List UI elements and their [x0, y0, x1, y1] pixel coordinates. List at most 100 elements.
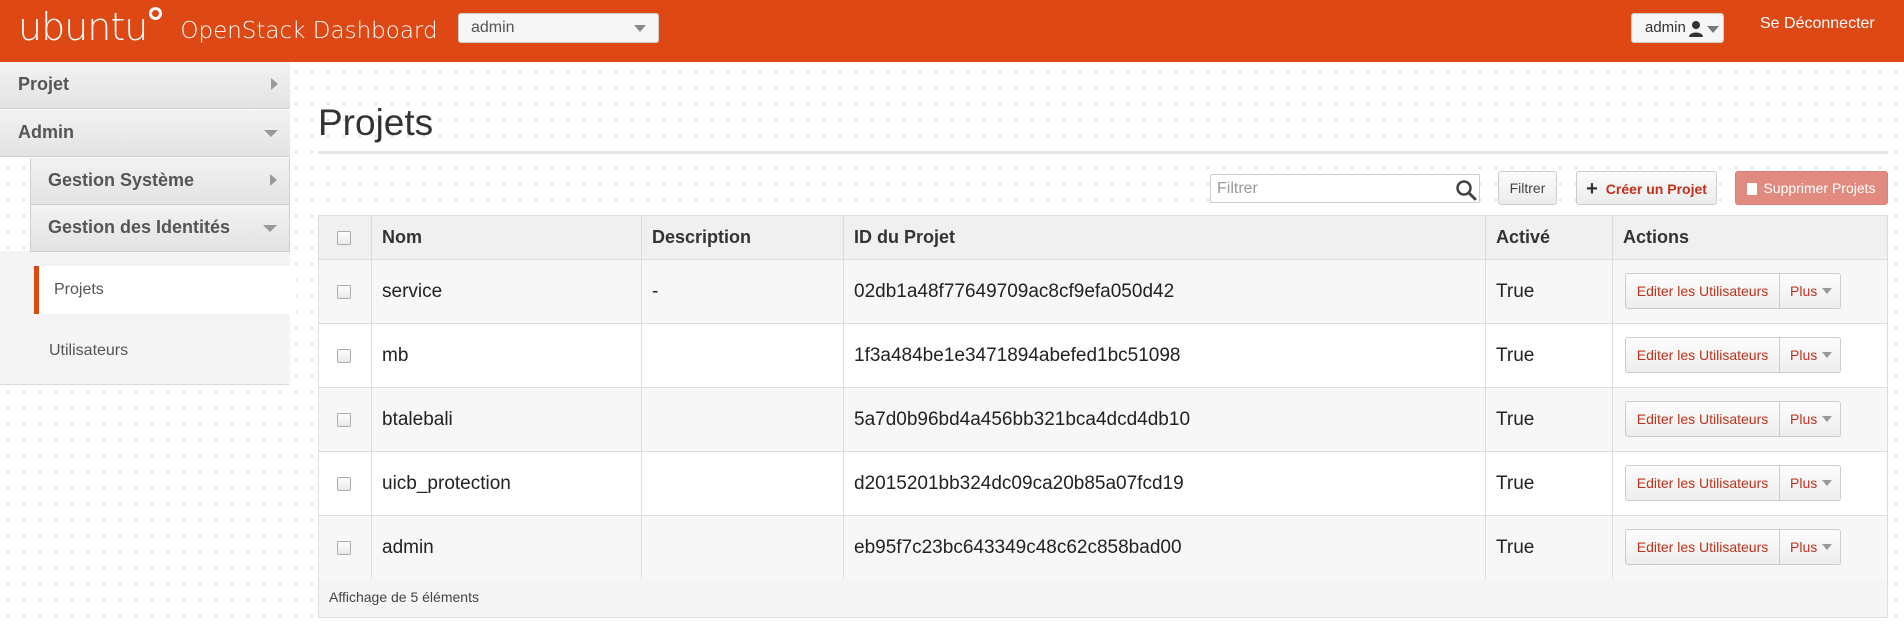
- user-menu[interactable]: admin: [1631, 13, 1724, 43]
- more-actions-button[interactable]: Plus: [1780, 402, 1840, 436]
- project-id: 1f3a484be1e3471894abefed1bc51098: [854, 345, 1181, 366]
- row-checkbox[interactable]: [337, 541, 351, 555]
- chevron-down-icon: [1822, 544, 1832, 550]
- edit-users-button[interactable]: Editer les Utilisateurs: [1626, 530, 1780, 564]
- table-header: Nom Description ID du Projet Activé Acti…: [319, 216, 1887, 260]
- filter-input[interactable]: [1210, 174, 1480, 203]
- more-actions-label: Plus: [1790, 283, 1818, 299]
- user-menu-label: admin: [1645, 19, 1686, 36]
- more-actions-label: Plus: [1790, 411, 1818, 427]
- project-id: 5a7d0b96bd4a456bb321bca4dcd4db10: [854, 409, 1191, 430]
- column-divider: [1612, 216, 1613, 579]
- row-checkbox[interactable]: [337, 285, 351, 299]
- more-actions-button[interactable]: Plus: [1780, 530, 1840, 564]
- chevron-down-icon: [1822, 288, 1832, 294]
- projects-table: Nom Description ID du Projet Activé Acti…: [318, 215, 1888, 618]
- row-actions: Editer les Utilisateurs Plus: [1625, 529, 1841, 565]
- table-footer: Affichage de 5 éléments: [319, 579, 1887, 617]
- project-id: eb95f7c23bc643349c48c62c858bad00: [854, 537, 1182, 558]
- chevron-down-icon: [1822, 352, 1832, 358]
- select-all-checkbox[interactable]: [337, 231, 351, 245]
- column-header-name[interactable]: Nom: [382, 227, 422, 248]
- project-id: d2015201bb324dc09ca20b85a07fcd19: [854, 473, 1184, 494]
- divider: [318, 151, 1888, 154]
- more-actions-button[interactable]: Plus: [1780, 338, 1840, 372]
- sidebar-item-gestion-identites[interactable]: Gestion des Identités: [30, 205, 290, 252]
- more-actions-label: Plus: [1790, 475, 1818, 491]
- column-divider: [641, 216, 642, 579]
- chevron-down-icon: [1707, 26, 1719, 33]
- project-id: 02db1a48f77649709ac8cf9efa050d42: [854, 281, 1175, 302]
- table-row: btalebali 5a7d0b96bd4a456bb321bca4dcd4db…: [319, 388, 1887, 452]
- project-enabled: True: [1496, 345, 1535, 366]
- project-enabled: True: [1496, 473, 1535, 494]
- sidebar-item-projets[interactable]: Projets: [34, 266, 296, 314]
- signout-link[interactable]: Se Déconnecter: [1760, 15, 1875, 33]
- sidebar-item-label: Admin: [18, 122, 74, 142]
- ubuntu-logo: ubuntu: [18, 5, 148, 49]
- table-row: admin eb95f7c23bc643349c48c62c858bad00 T…: [319, 516, 1887, 580]
- sidebar-item-label: Projet: [18, 74, 70, 94]
- project-name: admin: [382, 537, 434, 558]
- row-checkbox[interactable]: [337, 349, 351, 363]
- column-header-project-id[interactable]: ID du Projet: [854, 227, 955, 248]
- table-row: uicb_protection d2015201bb324dc09ca20b85…: [319, 452, 1887, 516]
- column-header-enabled[interactable]: Activé: [1496, 227, 1550, 248]
- ubuntu-logo-icon: [149, 6, 163, 20]
- chevron-right-icon: [270, 174, 277, 186]
- page-title: Projets: [318, 102, 434, 143]
- sidebar-item-label: Gestion Système: [48, 170, 195, 190]
- project-name: btalebali: [382, 409, 453, 430]
- brand[interactable]: ubuntu OpenStack Dashboard: [18, 5, 438, 56]
- project-enabled: True: [1496, 537, 1535, 558]
- top-navbar: ubuntu OpenStack Dashboard admin admin S…: [0, 0, 1904, 62]
- sidebar-item-admin[interactable]: Admin: [0, 110, 290, 157]
- project-name: mb: [382, 345, 409, 366]
- project-description: -: [652, 281, 659, 302]
- more-actions-label: Plus: [1790, 347, 1818, 363]
- project-selector[interactable]: admin: [458, 13, 659, 43]
- row-actions: Editer les Utilisateurs Plus: [1625, 401, 1841, 437]
- create-project-label: Créer un Projet: [1605, 181, 1707, 197]
- sidebar-item-gestion-systeme[interactable]: Gestion Système: [30, 158, 290, 205]
- delete-projects-label: Supprimer Projets: [1763, 180, 1876, 196]
- more-actions-label: Plus: [1790, 539, 1818, 555]
- sidebar-item-utilisateurs[interactable]: Utilisateurs: [49, 342, 128, 360]
- plus-icon: +: [1586, 178, 1598, 200]
- edit-users-button[interactable]: Editer les Utilisateurs: [1626, 338, 1780, 372]
- column-divider: [1485, 216, 1486, 579]
- search-icon[interactable]: [1455, 179, 1477, 201]
- chevron-down-icon: [1822, 416, 1832, 422]
- project-name: uicb_protection: [382, 473, 511, 494]
- create-project-button[interactable]: + Créer un Projet: [1576, 171, 1717, 205]
- row-checkbox[interactable]: [337, 477, 351, 491]
- chevron-down-icon: [263, 225, 277, 232]
- row-checkbox[interactable]: [337, 413, 351, 427]
- chevron-down-icon: [264, 130, 278, 137]
- chevron-right-icon: [271, 78, 278, 90]
- row-actions: Editer les Utilisateurs Plus: [1625, 465, 1841, 501]
- user-icon: [1689, 21, 1703, 37]
- sidebar-item-projet[interactable]: Projet: [0, 62, 290, 109]
- project-name: service: [382, 281, 443, 302]
- row-actions: Editer les Utilisateurs Plus: [1625, 273, 1841, 309]
- column-divider: [371, 216, 372, 579]
- edit-users-button[interactable]: Editer les Utilisateurs: [1626, 274, 1780, 308]
- chevron-down-icon: [634, 25, 646, 32]
- filter-button[interactable]: Filtrer: [1498, 171, 1557, 205]
- project-selector-value: admin: [471, 19, 515, 36]
- more-actions-button[interactable]: Plus: [1780, 274, 1840, 308]
- brand-title: OpenStack Dashboard: [180, 18, 438, 44]
- table-row: service - 02db1a48f77649709ac8cf9efa050d…: [319, 260, 1887, 324]
- table-row: mb 1f3a484be1e3471894abefed1bc51098 True…: [319, 324, 1887, 388]
- sidebar-item-label: Gestion des Identités: [48, 217, 231, 237]
- delete-projects-button[interactable]: Supprimer Projets: [1735, 171, 1888, 205]
- trash-icon: [1747, 183, 1758, 195]
- edit-users-button[interactable]: Editer les Utilisateurs: [1626, 402, 1780, 436]
- project-enabled: True: [1496, 281, 1535, 302]
- column-header-description[interactable]: Description: [652, 227, 751, 248]
- edit-users-button[interactable]: Editer les Utilisateurs: [1626, 466, 1780, 500]
- more-actions-button[interactable]: Plus: [1780, 466, 1840, 500]
- row-actions: Editer les Utilisateurs Plus: [1625, 337, 1841, 373]
- chevron-down-icon: [1822, 480, 1832, 486]
